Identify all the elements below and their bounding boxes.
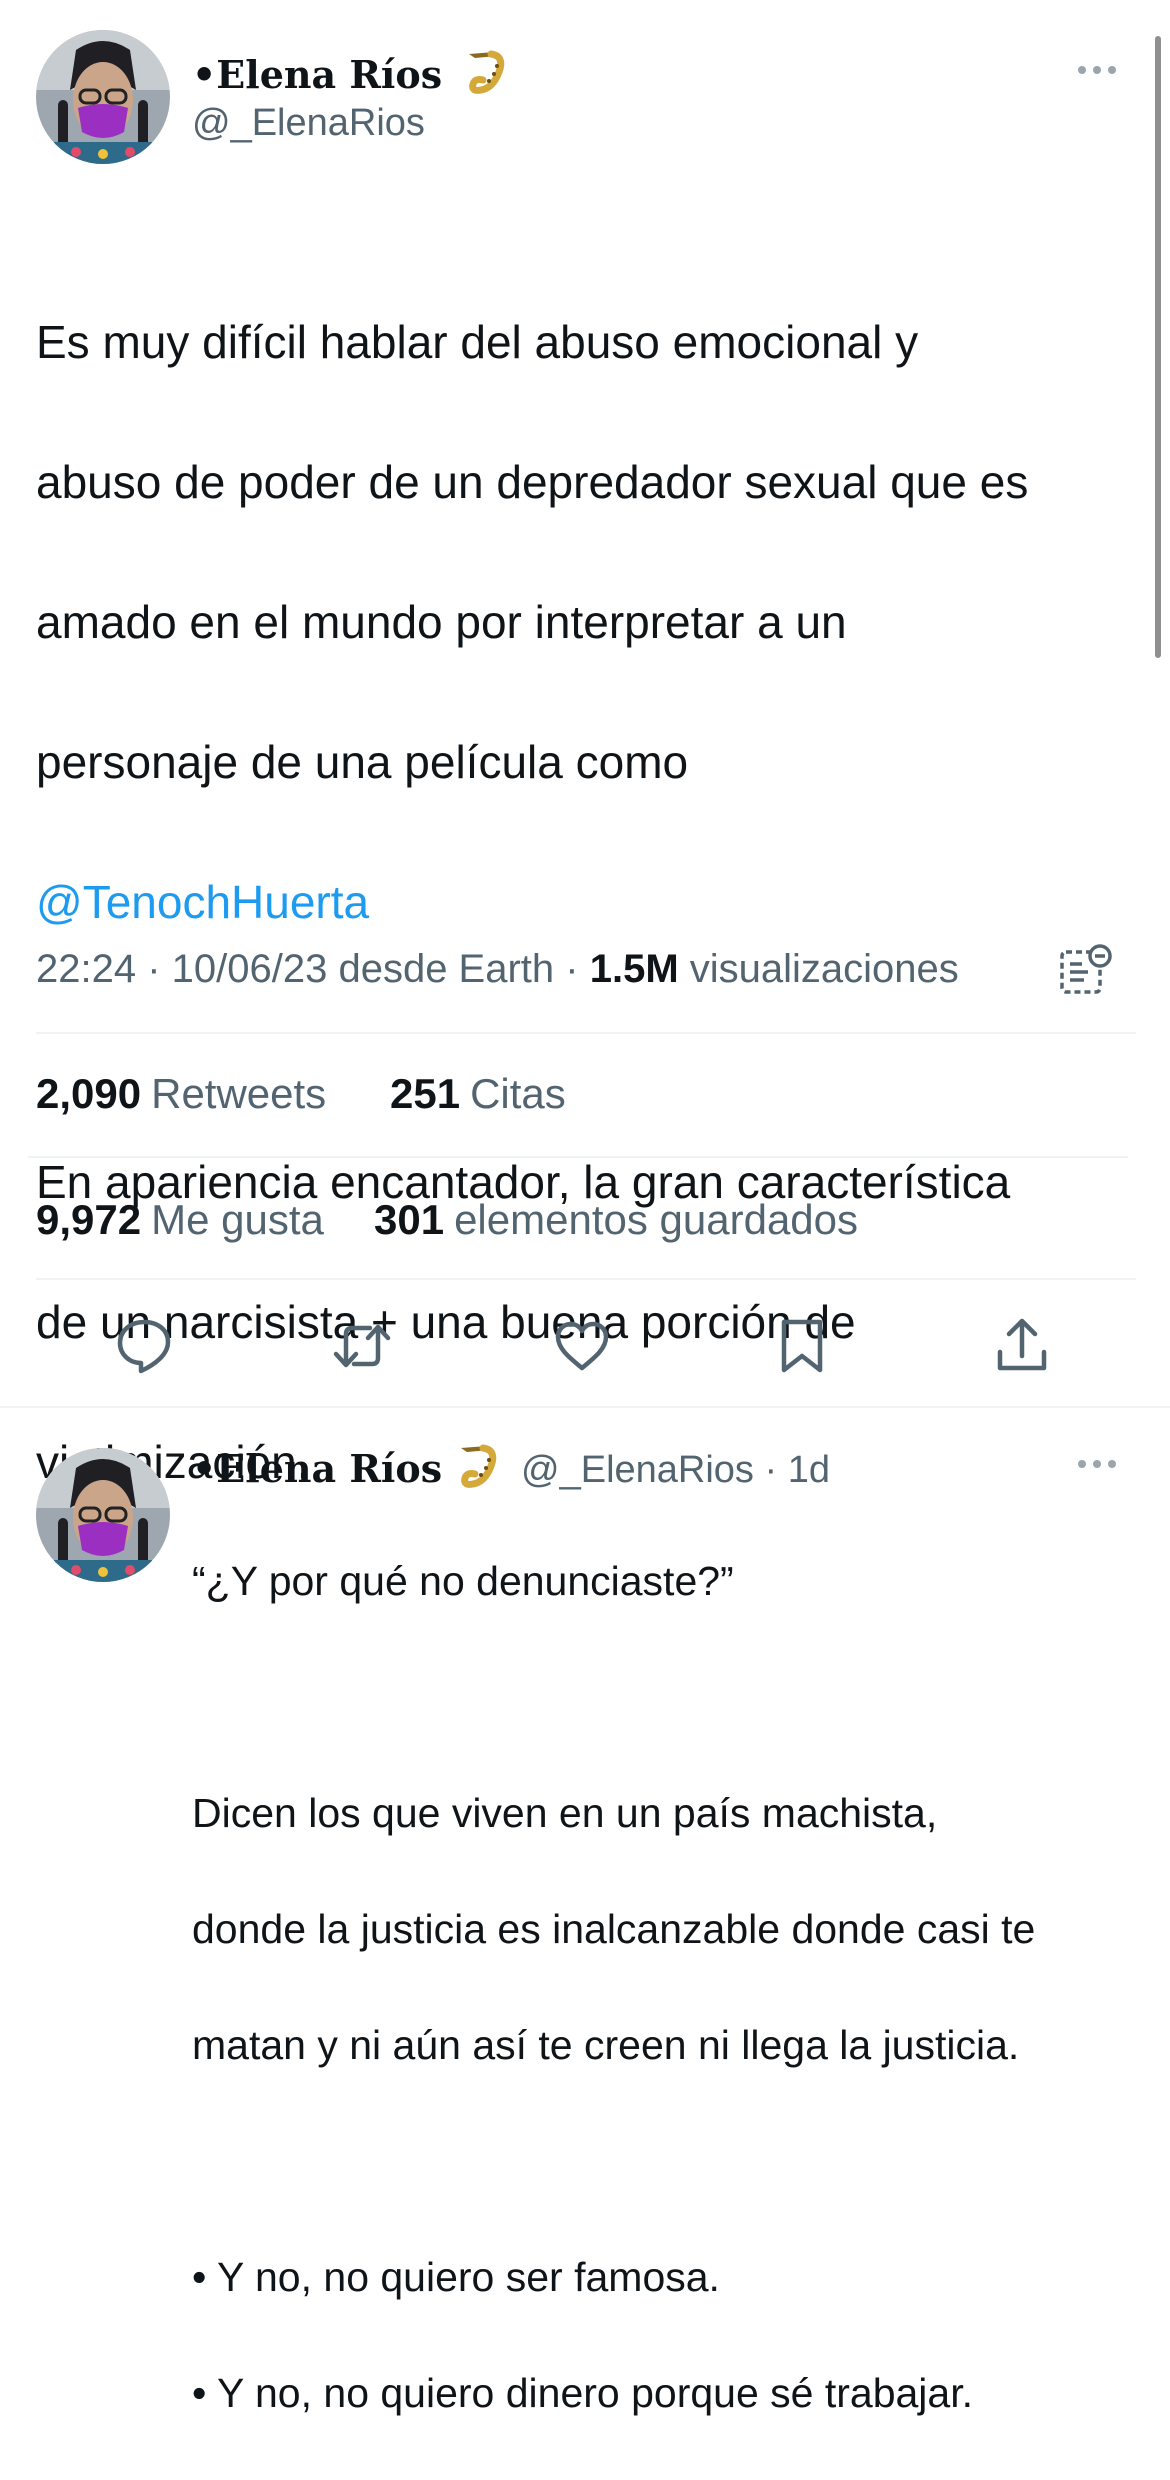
avatar-image [36, 30, 170, 164]
quotes-label: Citas [470, 1070, 566, 1117]
mention-link[interactable]: @TenochHuerta [36, 867, 1136, 937]
tweet-line: abuso de poder de un depredador sexual q… [36, 456, 1029, 508]
author-handle[interactable]: @_ElenaRios [192, 102, 425, 145]
author-avatar[interactable] [36, 30, 170, 164]
reply-author-handle[interactable]: @_ElenaRios [521, 1449, 754, 1491]
reply-line: matan y ni aún así te creen ni llega la … [192, 2022, 1020, 2068]
reply-author-name[interactable]: •Elena Ríos [192, 1446, 442, 1491]
reply-line [192, 1668, 1142, 1726]
saxophone-icon [469, 50, 505, 94]
quotes-stat[interactable]: 251 Citas [390, 1070, 566, 1118]
reply-author-avatar[interactable] [36, 1448, 170, 1582]
reply-line: “¿Y por qué no denunciaste?” [192, 1558, 734, 1604]
saxophone-icon [460, 1444, 496, 1488]
timestamp[interactable]: 22:24 · 10/06/23 desde Earth · [36, 947, 590, 991]
reply-age[interactable]: · 1d [754, 1449, 830, 1491]
like-icon[interactable] [552, 1316, 612, 1376]
avatar-image [36, 1448, 170, 1582]
reply-icon[interactable] [114, 1316, 174, 1376]
retweets-count: 2,090 [36, 1070, 142, 1117]
divider [36, 1278, 1136, 1280]
divider [28, 1156, 1128, 1158]
more-options-icon[interactable] [1078, 1460, 1116, 1468]
scrollbar[interactable] [1155, 36, 1161, 658]
tweet-line: Es muy difícil hablar del abuso emociona… [36, 316, 919, 368]
reply-body: “¿Y por qué no denunciaste?” Dicen los q… [192, 1494, 1142, 2480]
retweets-stat[interactable]: 2,090 Retweets [36, 1070, 326, 1118]
analytics-icon[interactable] [1058, 942, 1114, 998]
views-count: 1.5M [589, 947, 679, 991]
reply-header: •Elena Ríos @_ElenaRios · 1d [192, 1442, 830, 1492]
reply-line: • Y no, no quiero dinero porque sé traba… [192, 2370, 974, 2416]
retweet-icon[interactable] [332, 1316, 392, 1376]
author-name[interactable]: •Elena Ríos [192, 48, 519, 97]
tweet-line: personaje de una película como [36, 736, 689, 788]
bookmarks-count: 301 [374, 1196, 445, 1243]
reply-line [192, 2132, 1142, 2190]
quotes-count: 251 [390, 1070, 461, 1117]
share-icon[interactable] [992, 1316, 1052, 1376]
views-label: visualizaciones [678, 947, 959, 991]
likes-label: Me gusta [151, 1196, 324, 1243]
bookmark-icon[interactable] [772, 1316, 832, 1376]
bookmarks-stat[interactable]: 301 elementos guardados [374, 1196, 858, 1244]
reply-line: • Y no, no quiero ser famosa. [192, 2254, 720, 2300]
divider [0, 1406, 1170, 1408]
reply-line: Dicen los que viven en un país machista, [192, 1790, 938, 1836]
tweet-line: amado en el mundo por interpretar a un [36, 596, 847, 648]
likes-stat[interactable]: 9,972 Me gusta [36, 1196, 324, 1244]
more-options-icon[interactable] [1078, 66, 1116, 74]
retweets-label: Retweets [151, 1070, 327, 1117]
tweet-meta: 22:24 · 10/06/23 desde Earth · 1.5M visu… [36, 947, 959, 992]
likes-count: 9,972 [36, 1196, 142, 1243]
reply-line: donde la justicia es inalcanzable donde … [192, 1906, 1036, 1952]
divider [36, 1032, 1136, 1034]
bookmarks-label: elementos guardados [454, 1196, 859, 1243]
author-name-text: •Elena Ríos [192, 52, 443, 97]
